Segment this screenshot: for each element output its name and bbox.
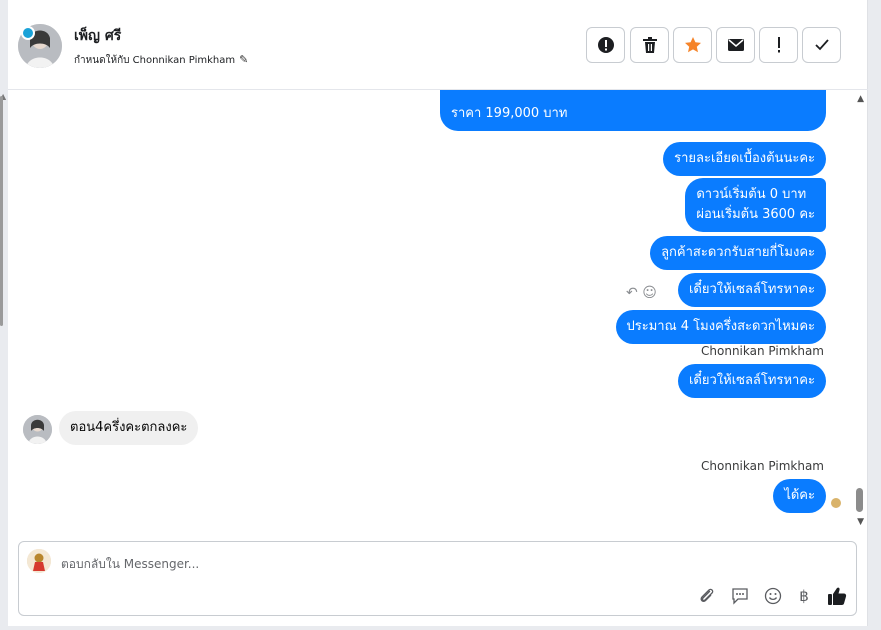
outgoing-message[interactable]: ดาวน์เริ่มต้น 0 บาทผ่อนเริ่มต้น 3600 คะ (685, 178, 826, 232)
check-icon (814, 38, 830, 52)
message-text: ได้คะ (784, 488, 815, 503)
emoji-icon[interactable] (762, 585, 784, 607)
reply-input[interactable] (61, 554, 661, 574)
message-text: ลูกค้าสะดวกรับสายกี่โมงคะ (661, 245, 815, 260)
message-text: เดี๋ยวให้เซลล์โทรหาคะ (688, 373, 815, 388)
outgoing-message[interactable]: ได้คะ (773, 479, 826, 513)
page-avatar (27, 549, 51, 573)
assignment-row[interactable]: กำหนดให้กับ Chonnikan Pimkham ✎ (74, 53, 248, 68)
chat-scrollbar-thumb[interactable] (856, 488, 863, 512)
message-text-line: ผ่อนเริ่มต้น 3600 คะ (696, 207, 815, 222)
incoming-message[interactable]: ตอน4ครึ่งคะตกลงคะ (59, 411, 199, 445)
sender-name: Chonnikan Pimkham (701, 459, 824, 473)
contact-avatar-small[interactable] (23, 415, 52, 444)
report-spam-button[interactable] (586, 27, 625, 63)
messenger-app: ▲ เพ็ญ ศรี กำหนดให้กับ Chonnikan Pimkham… (0, 0, 881, 630)
messenger-badge-icon (21, 26, 35, 40)
follow-up-button[interactable] (759, 27, 798, 63)
scroll-up-arrow-icon[interactable]: ▲ (857, 94, 864, 104)
message-actions: ↶ ☺ (626, 285, 657, 301)
mark-unread-button[interactable] (716, 27, 755, 63)
star-icon (684, 36, 702, 54)
sender-name: Chonnikan Pimkham (701, 344, 824, 358)
conversation-header: เพ็ญ ศรี กำหนดให้กับ Chonnikan Pimkham ✎ (8, 0, 868, 90)
message-text: ราคา 199,000 บาท (451, 106, 568, 121)
outgoing-message[interactable]: ราคา 199,000 บาท (440, 90, 826, 131)
thumbs-up-icon[interactable] (826, 585, 848, 607)
exclamation-circle-icon (597, 36, 615, 54)
mark-done-button[interactable] (802, 27, 841, 63)
outgoing-message[interactable]: ประมาณ 4 โมงครึ่งสะดวกไหมคะ (615, 310, 826, 344)
star-button[interactable] (673, 27, 712, 63)
message-thread: ▲ ▼ ราคา 199,000 บาท รายละเอียดเบื้องต้น… (8, 90, 868, 530)
baht-icon[interactable]: ฿ (793, 585, 815, 607)
delete-button[interactable] (630, 27, 669, 63)
message-text-line: ดาวน์เริ่มต้น 0 บาท (696, 187, 807, 202)
left-scrollbar[interactable] (0, 96, 3, 326)
paperclip-icon[interactable] (696, 585, 718, 607)
outgoing-message[interactable]: เดี๋ยวให้เซลล์โทรหาคะ (677, 273, 826, 307)
saved-reply-icon[interactable] (729, 585, 751, 607)
outgoing-message[interactable]: รายละเอียดเบื้องต้นนะคะ (663, 142, 826, 176)
reply-composer: ฿ (18, 541, 857, 616)
reply-icon[interactable]: ↶ (626, 285, 638, 301)
message-text: ประมาณ 4 โมงครึ่งสะดวกไหมคะ (626, 319, 816, 334)
pencil-icon[interactable]: ✎ (239, 53, 248, 66)
outgoing-message[interactable]: ลูกค้าสะดวกรับสายกี่โมงคะ (650, 236, 826, 270)
envelope-icon (727, 38, 745, 52)
scroll-down-arrow-icon[interactable]: ▼ (857, 517, 864, 527)
message-text: เดี๋ยวให้เซลล์โทรหาคะ (688, 282, 815, 297)
message-text: รายละเอียดเบื้องต้นนะคะ (674, 151, 815, 166)
react-emoji-icon[interactable]: ☺ (642, 285, 657, 301)
outgoing-message[interactable]: เดี๋ยวให้เซลล์โทรหาคะ (677, 364, 826, 398)
seen-indicator-avatar (830, 497, 842, 509)
contact-name[interactable]: เพ็ญ ศรี (74, 25, 121, 47)
trash-icon (642, 36, 658, 54)
message-text: ตอน4ครึ่งคะตกลงคะ (70, 420, 188, 435)
assigned-to-label: กำหนดให้กับ Chonnikan Pimkham (74, 55, 236, 66)
exclamation-icon (776, 36, 782, 54)
conversation-panel: เพ็ญ ศรี กำหนดให้กับ Chonnikan Pimkham✎ (8, 0, 868, 626)
